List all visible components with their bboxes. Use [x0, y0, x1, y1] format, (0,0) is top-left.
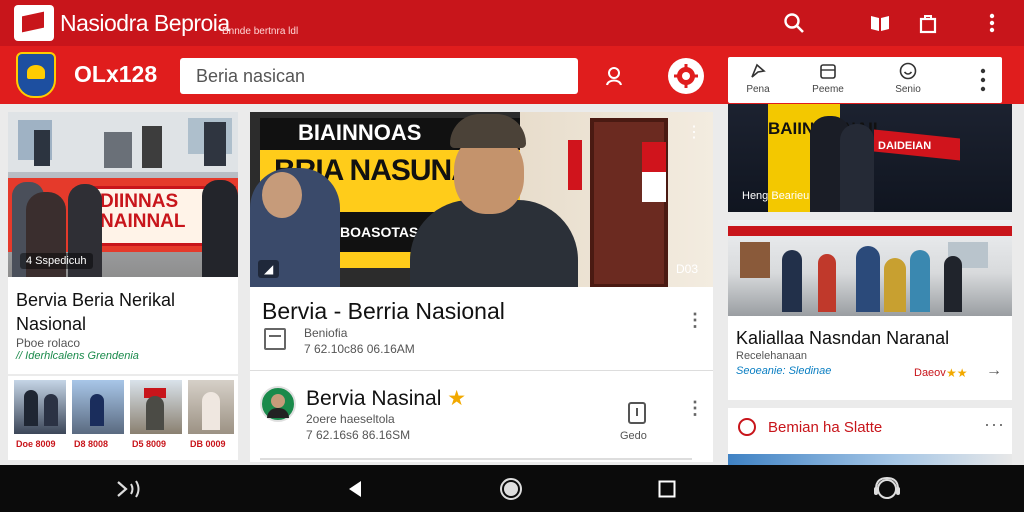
comment-icon[interactable] [628, 402, 646, 424]
news-photo: DIINNAS NAINNAL 4 Sspedicuh [8, 112, 238, 277]
user-search-icon[interactable] [597, 58, 633, 94]
thumbnail-label: D8 8008 [74, 439, 109, 449]
right-top-photo[interactable]: BAIINAR NAII DAIDEIAN Heng Bearieu [728, 104, 1012, 212]
settings-icon[interactable] [668, 58, 704, 94]
more-vert-icon[interactable]: ⋮ [686, 399, 704, 417]
bag-icon[interactable] [914, 9, 942, 37]
divider [260, 458, 692, 460]
tab-label: Senio [895, 84, 921, 95]
smile-icon [878, 62, 938, 84]
tab-pena[interactable]: Pena [728, 57, 788, 103]
tab-label: Pena [746, 84, 770, 95]
tab-senio[interactable]: Senio [878, 57, 938, 103]
right-news-card[interactable]: Kaliallaa Nasndan Naranal Recelehanaan S… [728, 220, 1012, 400]
left-news-card[interactable]: DIINNAS NAINNAL 4 Sspedicuh Bervia Beria… [8, 112, 238, 374]
search-icon[interactable] [780, 9, 808, 37]
thumbnail[interactable] [130, 380, 182, 434]
calendar-icon [798, 62, 858, 84]
document-icon [264, 328, 286, 350]
more-vert-icon[interactable] [980, 67, 986, 98]
chat-icon [738, 418, 756, 436]
thumbnail-label: DB 0009 [190, 439, 226, 449]
bookmark-icon[interactable]: ◢ [258, 260, 280, 278]
thumbnail-label: Doe 8009 [16, 439, 56, 449]
hero-photo[interactable]: BIAINNOAS BRIA NASUNAL BOASOTAS SULER ◢ … [250, 112, 713, 287]
tab-label: Peeme [812, 84, 844, 95]
thumbnail[interactable] [72, 380, 124, 434]
divider [250, 370, 713, 371]
article-date: 7 62.16s6 86.16SM [306, 428, 411, 442]
app-title: Nasiodra Beproia [60, 10, 230, 36]
headline[interactable]: Bervia Beria Nerikal Nasional [16, 288, 230, 336]
meta-text: Recelehanaan [736, 350, 807, 362]
action-label[interactable]: Gedo [620, 430, 647, 442]
avatar[interactable] [260, 386, 296, 422]
photo-caption: 4 Sspedicuh [20, 253, 93, 269]
photo-counter: D03 [676, 262, 699, 276]
more-vert-icon[interactable]: ⋮ [686, 311, 704, 329]
headline[interactable]: Kaliallaa Nasndan Naranal [736, 328, 949, 349]
right-tab-bar: Pena Peeme Senio [728, 57, 1002, 103]
tab-peeme[interactable]: Peeme [798, 57, 858, 103]
star-icon: ★★ [946, 366, 968, 380]
star-icon: ★ [447, 387, 467, 410]
thumbnail[interactable] [188, 380, 234, 434]
category-tag[interactable]: // Iderhlcalens Grendenia [16, 350, 139, 362]
article-title[interactable]: Bervia - Berria Nasional [262, 298, 505, 325]
app-logo [14, 5, 54, 41]
search-input[interactable] [180, 58, 578, 94]
more-vert-icon[interactable] [978, 9, 1006, 37]
emblem-logo [16, 52, 56, 98]
recents-icon[interactable] [652, 474, 682, 504]
thumbnail-strip: Doe 8009 D8 8008 D5 8009 DB 0009 [8, 376, 238, 460]
footer-title[interactable]: Bemian ha Slatte [768, 419, 882, 436]
article-title-text: Bervia Nasinal [306, 387, 442, 410]
more-horiz-icon[interactable]: ··· [984, 414, 1005, 435]
arrow-right-icon[interactable]: → [986, 362, 1002, 380]
home-icon[interactable] [496, 474, 526, 504]
thumbnail-label: D5 8009 [132, 439, 167, 449]
banner-line: BIAINNOAS [298, 120, 422, 145]
rating-label: Daeov [914, 367, 946, 379]
news-photo [728, 220, 1012, 316]
photo-caption: Heng Bearieu [742, 190, 810, 202]
more-vert-icon[interactable]: ⋮ [686, 122, 702, 142]
thumbnail[interactable] [14, 380, 66, 434]
right-footer-card[interactable]: Bemian ha Slatte ··· [728, 408, 1012, 468]
article-meta: Beniofia [304, 326, 348, 340]
flag-text: DAIDEIAN [878, 140, 932, 152]
book-icon[interactable] [866, 9, 894, 37]
app-subtitle: Bnnde bertnra ldl [222, 26, 299, 37]
meta-text: Pboe rolaco [16, 336, 81, 350]
brand-label: OLx128 [74, 61, 158, 87]
center-news-card: BIAINNOAS BRIA NASUNAL BOASOTAS SULER ◢ … [250, 112, 713, 462]
back-icon[interactable] [340, 474, 370, 504]
article-date: 7 62.10c86 06.16AM [304, 342, 415, 356]
voice-icon[interactable] [114, 474, 144, 504]
category-tag[interactable]: Seoeanie: Sledinae [736, 365, 831, 377]
assistant-icon[interactable] [872, 474, 902, 504]
article-meta: 2oere haeseltola [306, 412, 395, 426]
article-title[interactable]: Bervia Nasinal ★ [306, 386, 466, 411]
navigation-icon [728, 62, 788, 84]
